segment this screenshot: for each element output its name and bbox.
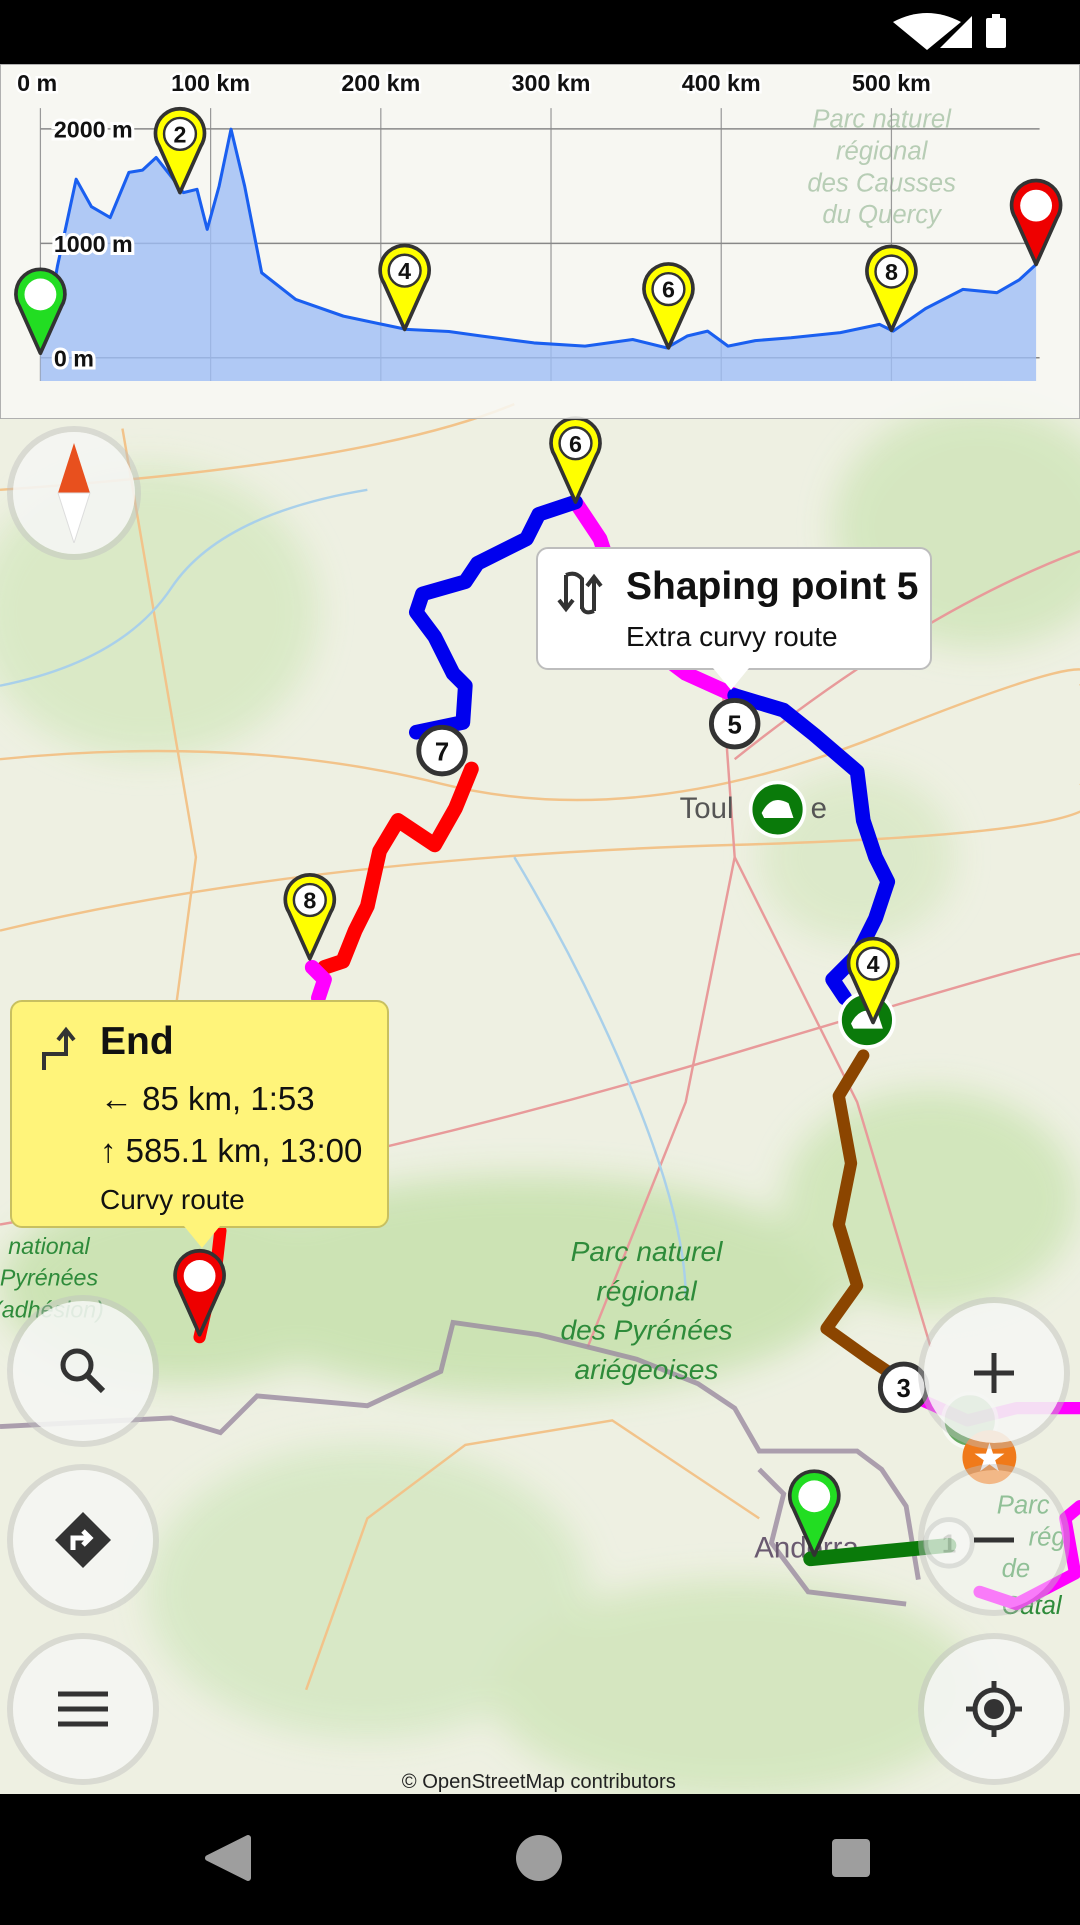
park-label: national [8,1233,90,1259]
popup-pointer [713,668,749,690]
directions-button[interactable] [13,1470,153,1610]
home-icon[interactable] [516,1835,562,1881]
marker-label: 8 [303,888,316,914]
park-label: Parc naturel [571,1236,724,1267]
elevation-profile-panel[interactable]: Parc naturel régional des Causses du Quercy… [0,63,1080,420]
x-tick-label: 0 m [17,70,57,96]
shaping-point-marker-5[interactable]: 5 [708,697,761,750]
turn-right-icon [42,1026,76,1070]
status-icons [893,13,1006,50]
search-button[interactable] [13,1301,153,1441]
popup-pointer [184,1226,220,1248]
zoom-out-button[interactable] [924,1470,1064,1610]
reorder-arrows-icon [557,571,603,615]
directions-icon [55,1512,111,1568]
navigation-bar [0,1794,1080,1920]
marker-label: 8 [885,259,898,285]
elevation-chart[interactable]: Parc naturelrégionaldes Caussesdu Quercy… [0,63,1080,420]
x-tick-label: 300 km [512,70,591,96]
background-map-label: des Causses [807,169,956,197]
marker-label: 6 [569,431,582,457]
popup-title: End [100,1020,174,1063]
menu-icon [58,1691,108,1727]
popup-subtitle: Extra curvy route [626,621,838,652]
y-tick-label: 0 m [54,345,94,371]
shaping-point-marker-7[interactable]: 7 [416,724,468,777]
shaping-point-marker-3[interactable]: 3 [877,1361,930,1414]
marker-label: 6 [662,277,675,303]
shaping-point-popup[interactable]: Shaping point 5 Extra curvy route [536,547,932,690]
route-type: Curvy route [100,1184,245,1215]
background-map-label: du Quercy [822,201,943,229]
my-location-icon [966,1681,1022,1737]
status-bar [0,0,1080,64]
end-point-popup[interactable]: End ← 85 km, 1:53 ↑ 585.1 km, 13:00 Curv… [10,1000,389,1248]
compass-button[interactable] [13,432,135,554]
background-map-label: régional [836,137,929,165]
search-icon [60,1348,106,1394]
distance-to-end: ← 85 km, 1:53 [100,1080,315,1117]
battery-icon [986,18,1006,48]
park-label: régional [596,1275,697,1306]
plus-icon [974,1353,1014,1393]
svg-text:3: 3 [897,1375,911,1403]
poi-marker[interactable] [748,780,807,839]
city-label: Toul [680,792,734,825]
my-location-button[interactable] [924,1639,1064,1779]
compass-icon [57,443,91,543]
marker-label: 4 [398,258,411,284]
x-tick-label: 500 km [852,70,931,96]
marker-label: 4 [867,951,880,977]
svg-text:5: 5 [728,711,742,739]
park-label: Pyrénées [0,1265,98,1291]
back-icon[interactable] [205,1835,251,1881]
y-tick-label: 2000 m [54,116,133,142]
zoom-in-button[interactable] [924,1303,1064,1443]
popup-title: Shaping point 5 [626,565,919,608]
city-label-end: e [811,792,827,825]
total-distance: ↑ 585.1 km, 13:00 [100,1132,363,1169]
map-attribution: © OpenStreetMap contributors [402,1771,676,1793]
y-tick-label: 1000 m [54,231,133,257]
park-label: ariégeoises [575,1354,719,1385]
x-tick-label: 100 km [171,70,250,96]
minus-icon [974,1537,1014,1543]
park-label: des Pyrénées [560,1315,732,1346]
x-tick-label: 400 km [682,70,761,96]
menu-button[interactable] [13,1639,153,1779]
marker-label: 2 [174,121,187,147]
recents-icon[interactable] [832,1839,870,1877]
x-tick-label: 200 km [341,70,420,96]
svg-text:7: 7 [435,738,449,766]
